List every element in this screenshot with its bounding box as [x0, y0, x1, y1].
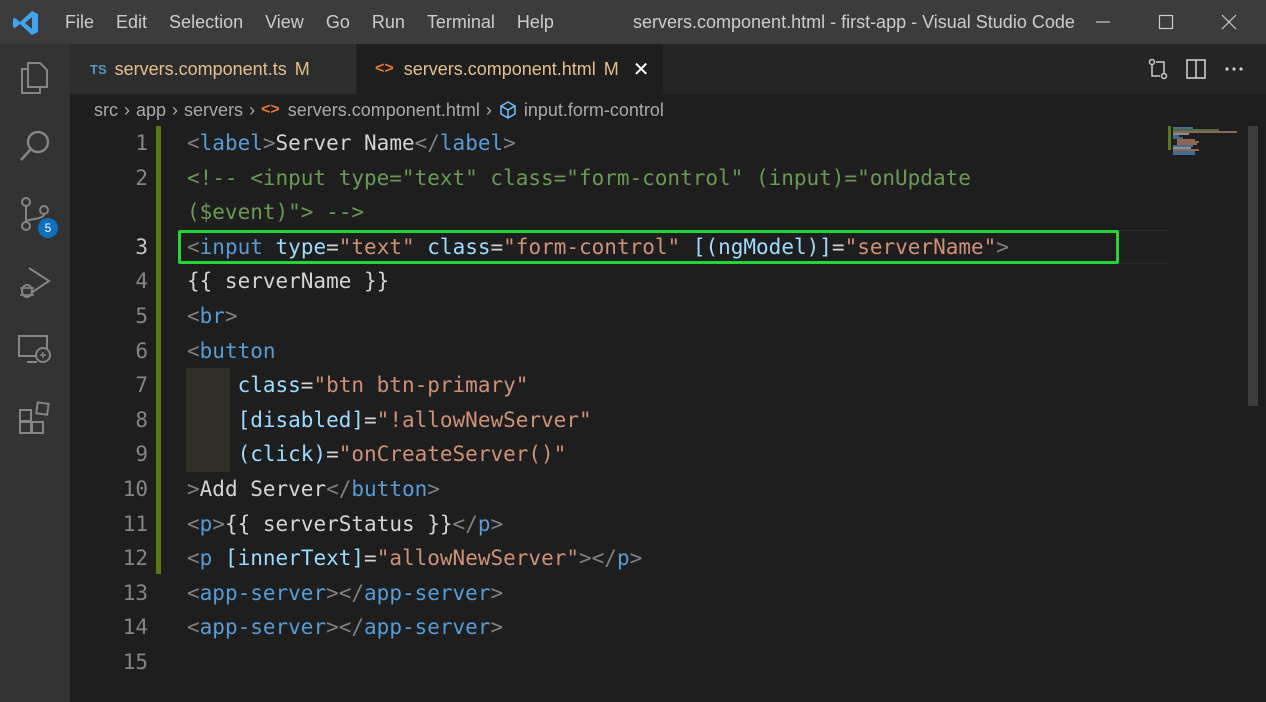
scrollbar-thumb[interactable] [1248, 126, 1258, 406]
code-line-9: (click)="onCreateServer()" [237, 442, 567, 467]
line-number: 5 [135, 304, 148, 328]
close-window-button[interactable] [1206, 0, 1252, 44]
menu-bar: File Edit Selection View Go Run Terminal… [54, 0, 565, 44]
source-control-button[interactable] [0, 180, 70, 248]
more-actions-button[interactable] [1216, 44, 1252, 94]
tab-servers-component-ts[interactable]: TS servers.component.ts M [70, 44, 356, 94]
breadcrumb: src › app › servers › <> servers.compone… [70, 94, 1266, 126]
code-line-2-wrapped: ($event)"> --> [187, 200, 365, 225]
line-number: 13 [122, 580, 148, 605]
remote-explorer-button[interactable] [0, 316, 70, 384]
extensions-button[interactable] [0, 384, 70, 452]
compare-changes-icon [1148, 58, 1168, 80]
close-icon [1221, 14, 1237, 30]
window-title: servers.component.html - first-app - Vis… [633, 12, 1075, 32]
more-actions-icon [1225, 67, 1243, 71]
chevron-right-icon: › [249, 99, 256, 120]
breadcrumb-src[interactable]: src [94, 100, 118, 121]
tab-bar: TS servers.component.ts M <> servers.com… [70, 44, 1266, 94]
search-icon [20, 130, 50, 161]
code-line-13: <app-server></app-server> [187, 580, 504, 605]
remote-explorer-icon [18, 335, 51, 363]
code-line-14: <app-server></app-server> [187, 615, 504, 640]
run-debug-button[interactable] [0, 248, 70, 316]
code-line-4: {{ serverName }} [187, 269, 390, 294]
menu-terminal[interactable]: Terminal [416, 0, 506, 44]
menu-help[interactable]: Help [506, 0, 565, 44]
maximize-icon [1158, 14, 1174, 30]
breadcrumb-app[interactable]: app [136, 100, 166, 121]
tab-label: servers.component.html [403, 58, 596, 79]
menu-file[interactable]: File [54, 0, 105, 44]
code-line-12: <p [innerText]="allowNewServer"></p> [187, 546, 643, 571]
split-editor-icon [1186, 59, 1206, 79]
explorer-icon [21, 62, 48, 94]
compare-changes-button[interactable] [1140, 44, 1176, 94]
code-line-8: [disabled]="!allowNewServer" [237, 407, 592, 432]
modified-indicator: M [603, 58, 619, 79]
menu-selection[interactable]: Selection [158, 0, 254, 44]
search-button[interactable] [0, 112, 70, 180]
line-number: 10 [122, 477, 148, 501]
annotation-highlight-box [178, 230, 1119, 264]
split-editor-button[interactable] [1178, 44, 1214, 94]
title-bar: File Edit Selection View Go Run Terminal… [0, 0, 1266, 44]
modified-indicator: M [294, 58, 310, 79]
close-tab-icon[interactable]: ✕ [633, 57, 650, 82]
vertical-scrollbar[interactable] [1246, 126, 1260, 702]
source-control-badge: 5 [38, 218, 58, 238]
chevron-right-icon: › [124, 99, 130, 120]
line-number: 11 [122, 511, 148, 536]
menu-edit[interactable]: Edit [105, 0, 158, 44]
minimap-change-indicator [1168, 126, 1171, 150]
typescript-icon: TS [90, 61, 107, 77]
menu-view[interactable]: View [254, 0, 315, 44]
html-icon: <> [375, 60, 394, 77]
line-number: 7 [135, 373, 148, 398]
tab-servers-component-html[interactable]: <> servers.component.html M ✕ [357, 44, 663, 94]
line-number [88, 195, 148, 230]
explorer-button[interactable] [0, 44, 70, 112]
extensions-icon [19, 401, 50, 434]
line-number: 9 [135, 442, 148, 467]
line-number: 8 [135, 407, 148, 432]
code-line-11: <p>{{ serverStatus }}</p> [187, 511, 504, 536]
line-number: 15 [122, 650, 148, 674]
minimize-icon [1096, 21, 1110, 23]
code-line-6: <button [187, 338, 276, 363]
menu-go[interactable]: Go [315, 0, 361, 44]
code-line-1: <label>Server Name</label> [187, 131, 516, 155]
run-debug-icon [20, 267, 51, 298]
line-number: 2 [135, 165, 148, 190]
modified-lines-gutter-indicator[interactable] [156, 126, 161, 574]
chevron-right-icon: › [172, 99, 179, 120]
breadcrumb-servers[interactable]: servers [184, 100, 243, 121]
code-line-5: <br> [187, 304, 238, 328]
menu-run[interactable]: Run [361, 0, 416, 44]
line-number: 3 [135, 234, 148, 259]
line-number: 4 [135, 269, 148, 294]
code-line-10: >Add Server</button> [187, 477, 440, 501]
code-line-2: <!-- <input type="text" class="form-cont… [187, 165, 971, 190]
symbol-element-icon [500, 101, 516, 119]
code-line-7: class="btn btn-primary" [237, 373, 529, 398]
code-lines[interactable]: <label>Server Name</label> <!-- <input t… [187, 126, 1266, 702]
tab-label: servers.component.ts [114, 58, 287, 79]
minimize-button[interactable] [1080, 0, 1126, 44]
line-number: 1 [135, 131, 148, 155]
line-number: 6 [135, 338, 148, 363]
vscode-logo-icon [13, 11, 38, 35]
line-number-gutter: 1 2 3 4 5 6 7 8 9 10 11 12 13 14 15 [70, 126, 156, 702]
chevron-right-icon: › [485, 99, 492, 120]
line-number: 14 [122, 615, 148, 640]
html-icon: <> [261, 101, 280, 118]
breadcrumb-file[interactable]: servers.component.html [288, 100, 480, 121]
minimap[interactable] [1167, 126, 1247, 186]
line-number: 12 [122, 546, 148, 571]
breadcrumb-symbol[interactable]: input.form-control [524, 100, 664, 121]
maximize-button[interactable] [1143, 0, 1189, 44]
code-editor[interactable]: 1 2 3 4 5 6 7 8 9 10 11 12 13 14 15 <lab… [70, 126, 1266, 702]
activity-bar: 5 [0, 44, 70, 702]
